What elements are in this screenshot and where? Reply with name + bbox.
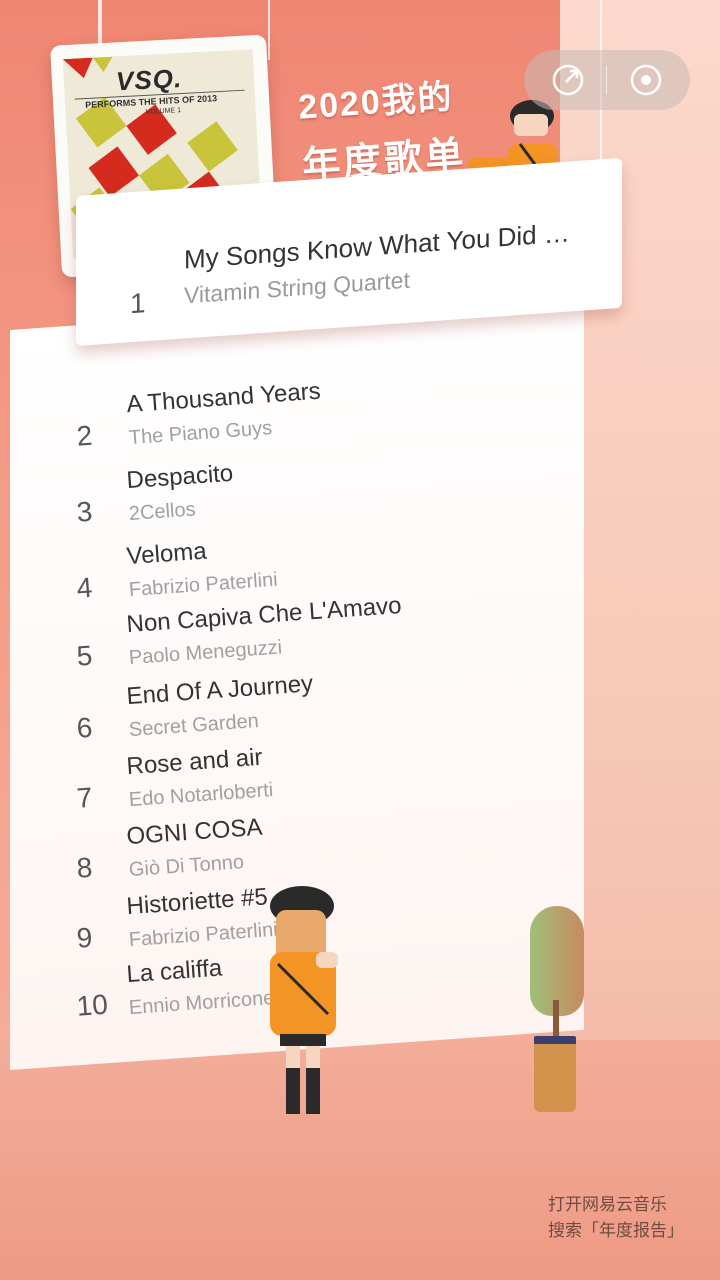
song-rank: 6 (75, 711, 94, 744)
tree-pot (534, 1036, 576, 1112)
record-icon[interactable] (628, 62, 664, 98)
song-rank: 4 (75, 571, 94, 604)
character-girl (270, 886, 338, 1114)
footer-hint: 打开网易云音乐 搜索「年度报告」 (548, 1192, 684, 1244)
song-artist: Edo Notarloberti (128, 779, 274, 812)
capsule-divider (606, 66, 607, 94)
song-artist: Secret Garden (128, 710, 260, 742)
song-artist: Fabrizio Paterlini (128, 918, 279, 952)
song-title: Veloma (125, 537, 208, 571)
song-artist: The Piano Guys (128, 417, 273, 450)
song-artist: Ennio Morricone (128, 986, 276, 1020)
song-rank: 3 (75, 495, 94, 528)
song-rank: 7 (75, 781, 94, 814)
footer-line-2: 搜索「年度报告」 (548, 1221, 684, 1240)
song-rank: 5 (75, 639, 94, 672)
song-title: A Thousand Years (125, 377, 322, 419)
tree-stem (553, 1000, 559, 1040)
song-title: La califfa (125, 954, 223, 989)
song-artist: Fabrizio Paterlini (128, 568, 279, 602)
song-rank: 9 (75, 921, 94, 954)
song-artist: Paolo Meneguzzi (128, 636, 283, 670)
song-rank: 10 (75, 988, 109, 1022)
footer-line-1: 打开网易云音乐 (548, 1195, 667, 1214)
song-artist: 2Cellos (128, 498, 197, 526)
song-artist: Giò Di Tonno (128, 851, 245, 882)
song-title: Despacito (125, 459, 235, 495)
song-rank: 2 (75, 419, 94, 452)
song-rank: 8 (75, 851, 94, 884)
